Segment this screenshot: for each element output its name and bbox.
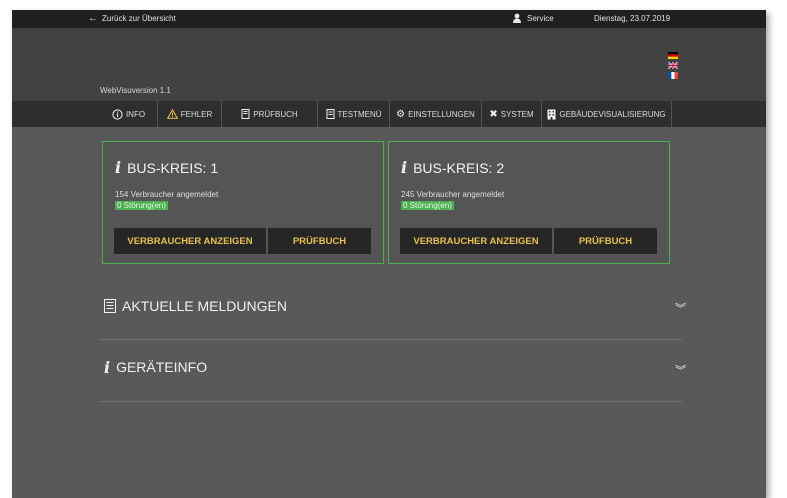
service-person-icon [513,13,521,23]
warning-triangle-icon [166,109,178,119]
bus-circuit-card-2: i BUS-KREIS: 2 245 Verbraucher angemelde… [388,141,670,264]
card-title-text: BUS-KREIS: 2 [413,159,505,176]
language-flags [668,52,678,79]
nav-info[interactable]: INFO [100,101,158,127]
chevron-down-icon[interactable]: ︾ [675,362,686,378]
bus-circuit-card-1: i BUS-KREIS: 1 154 Verbraucher angemelde… [102,141,384,264]
card-title: i BUS-KREIS: 2 [401,158,504,177]
back-label: Zurück zur Übersicht [102,14,176,23]
nav-testmenue[interactable]: TESTMENÜ [318,101,390,127]
building-icon [547,109,556,119]
gear-icon: ⚙ [396,108,406,120]
info-icon: i [104,357,111,377]
service-label: Service [527,13,554,23]
show-consumers-button[interactable]: VERBRAUCHER ANZEIGEN [114,228,266,254]
header: WebVisuversion 1.1 [12,28,766,108]
nav-gebaeude-label: GEBÄUDEVISUALISIERUNG [559,109,666,119]
french-flag-icon[interactable] [668,72,678,79]
german-flag-icon[interactable] [668,52,678,59]
service-link[interactable]: Service [512,13,554,23]
nav-pruefbuch-label: PRÜFBUCH [253,109,298,119]
fault-badge: 0 Störung(en) [401,201,454,210]
nav-gebaeude[interactable]: GEBÄUDEVISUALISIERUNG [542,101,672,127]
section-current-messages-label: AKTUELLE MELDUNGEN [122,298,287,314]
nav-pruefbuch[interactable]: PRÜFBUCH [222,101,318,127]
nav-system[interactable]: ✖ SYSTEM [482,101,542,127]
main-nav: INFO FEHLER PRÜFBUCH TESTMENÜ ⚙ EINSTELL… [12,101,766,127]
divider [100,401,682,402]
date-display: Dienstag, 23.07.2019 [594,14,671,23]
nav-testmenue-label: TESTMENÜ [337,109,382,119]
version-label: WebVisuversion 1.1 [100,86,171,95]
info-circle-icon [112,108,123,120]
fault-badge: 0 Störung(en) [115,201,168,210]
nav-system-label: SYSTEM [500,109,534,119]
card-title-text: BUS-KREIS: 1 [127,159,219,176]
tools-icon: ✖ [489,108,498,120]
book-icon [241,109,250,119]
section-device-info-label: GERÄTEINFO [116,359,208,375]
nav-fehler-label: FEHLER [180,109,213,119]
divider [100,339,682,340]
back-link[interactable]: ← Zurück zur Übersicht [88,12,176,24]
show-consumers-button[interactable]: VERBRAUCHER ANZEIGEN [400,228,552,254]
app-window: ← Zurück zur Übersicht Service Dienstag,… [12,10,766,498]
nav-einstellungen-label: EINSTELLUNGEN [408,109,475,119]
info-icon: i [115,158,122,177]
top-bar: ← Zurück zur Übersicht Service Dienstag,… [12,10,766,28]
chevron-down-icon[interactable]: ︾ [675,300,686,316]
consumer-count: 245 Verbraucher angemeldet [401,190,505,199]
nav-info-label: INFO [125,109,146,119]
uk-flag-icon[interactable] [668,62,678,69]
nav-fehler[interactable]: FEHLER [158,101,222,127]
section-current-messages[interactable]: AKTUELLE MELDUNGEN [104,291,287,321]
card-title: i BUS-KREIS: 1 [115,158,218,177]
section-device-info[interactable]: i GERÄTEINFO [104,352,207,382]
nav-einstellungen[interactable]: ⚙ EINSTELLUNGEN [390,101,482,127]
info-icon: i [401,158,408,177]
consumer-count: 154 Verbraucher angemeldet [115,190,219,199]
arrow-left-icon: ← [88,12,98,24]
message-list-icon [104,299,116,313]
test-log-button[interactable]: PRÜFBUCH [268,228,371,254]
document-icon [326,109,334,119]
test-log-button[interactable]: PRÜFBUCH [554,228,657,254]
main-content: i BUS-KREIS: 1 154 Verbraucher angemelde… [12,127,766,498]
